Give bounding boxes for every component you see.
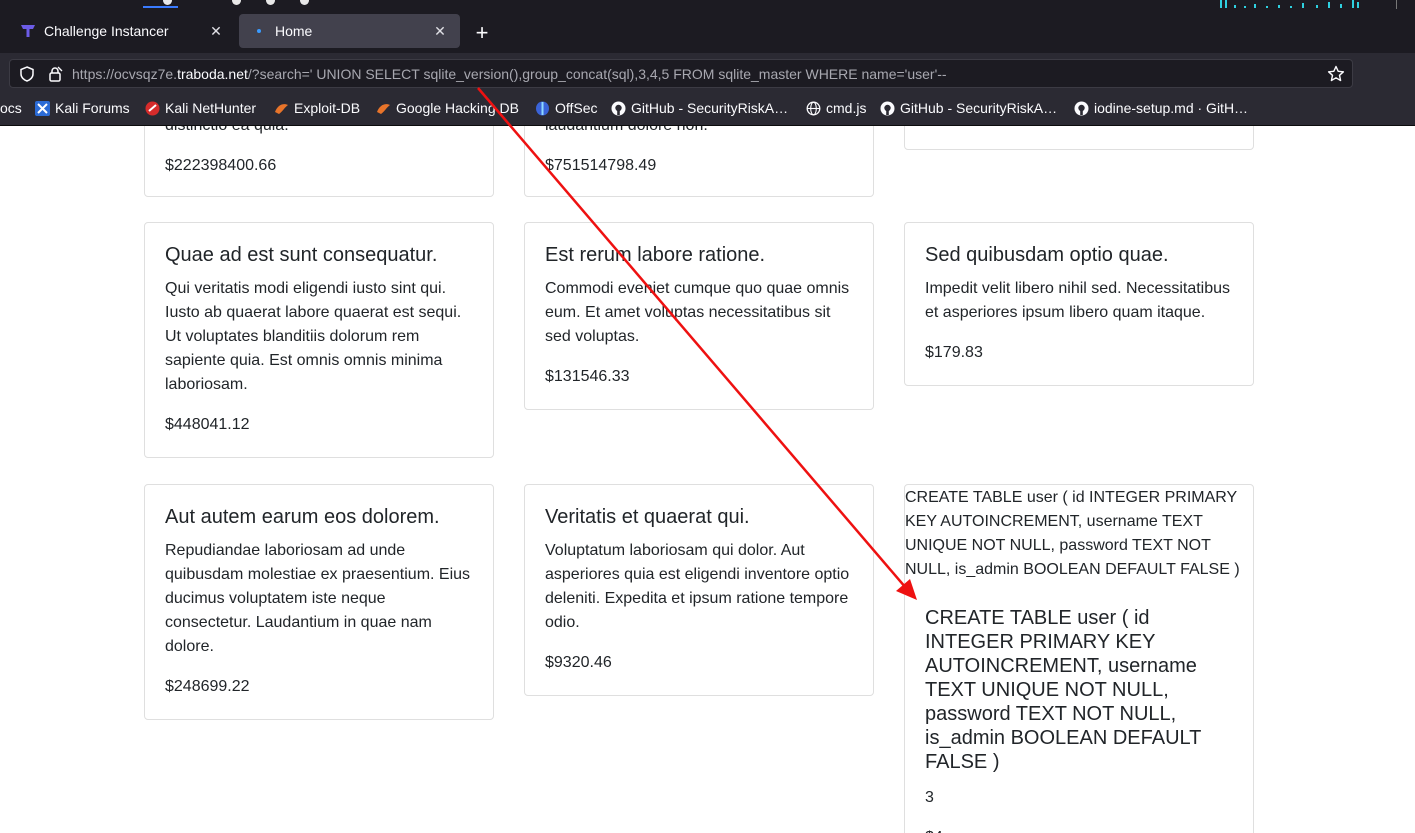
card-description: 3 [925,789,934,806]
card-description: distinctio ea quia. [165,126,289,138]
bookmark-exploit-db[interactable]: Exploit-DB [274,100,360,116]
bookmark-docs[interactable]: ocs [0,100,22,116]
bookmark-label: Exploit-DB [294,100,361,116]
bookmarks-toolbar: ocs Kali Forums Kali NetHunter Exploit-D… [0,93,1415,126]
product-card: Aut autem earum eos dolorem. Repudiandae… [144,484,494,720]
card-description: Qui veritatis modi eligendi iusto sint q… [165,280,462,393]
card-image-alt-text: CREATE TABLE user ( id INTEGER PRIMARY K… [905,489,1240,578]
card-title: Aut autem earum eos dolorem. [165,506,440,528]
tab-label: Challenge Instancer [44,23,169,39]
loading-dot-icon [251,23,267,39]
card-description: Voluptatum laboriosam qui dolor. Aut asp… [545,542,850,631]
bookmark-star-icon[interactable] [1327,65,1345,88]
card-price: $131546.33 [545,368,630,385]
card-price: $179.83 [925,344,983,361]
bookmark-google-hacking-db[interactable]: Google Hacking DB [376,100,519,116]
card-price: $248699.22 [165,678,250,695]
lock-icon[interactable] [47,66,63,87]
product-card: laudantium dolore non. $751514798.49 [524,126,874,197]
card-price: $9320.46 [545,654,612,671]
bookmark-label: GitHub - SecurityRiskA… [631,100,789,116]
url-path: /?search=' UNION SELECT sqlite_version()… [247,66,947,82]
card-description: laudantium dolore non. [545,126,708,138]
github-icon [1074,101,1089,116]
card-price: $751514798.49 [545,157,657,174]
kali-nethunter-icon [145,101,160,116]
card-title: Est rerum labore ratione. [545,244,766,266]
github-icon [611,101,626,116]
github-icon [880,101,895,116]
bookmark-label: Kali Forums [55,100,130,116]
card-title: CREATE TABLE user ( id INTEGER PRIMARY K… [925,607,1202,773]
google-hacking-db-icon [376,101,391,116]
bookmark-cmd-js[interactable]: cmd.js [806,100,866,116]
bookmark-github-securityrisk-1[interactable]: GitHub - SecurityRiskA… [611,100,788,116]
card-description: Repudiandae laboriosam ad unde quibusdam… [165,542,471,655]
traboda-logo-icon [20,23,36,39]
cpu-meter [1220,0,1360,8]
card-description: Commodi eveniet cumque quo quae omnis eu… [545,280,850,345]
close-tab-icon[interactable]: ✕ [208,23,224,39]
bookmark-label: ocs [0,100,22,116]
bookmark-label: OffSec [555,100,598,116]
card-description: Impedit velit libero nihil sed. Necessit… [925,280,1231,321]
new-tab-button[interactable]: + [470,22,494,46]
product-card: Veritatis et quaerat qui. Voluptatum lab… [524,484,874,696]
close-tab-icon[interactable]: ✕ [432,23,448,39]
card-price: $4 [925,826,1233,833]
card-price: $222398400.66 [165,157,277,174]
tab-home[interactable]: Home ✕ [239,14,460,48]
kali-forums-icon [35,100,50,116]
page-content: distinctio ea quia. $222398400.66 laudan… [0,126,1415,833]
bookmark-label: Kali NetHunter [165,100,257,116]
url-host: traboda.net [177,66,248,82]
card-title: Veritatis et quaerat qui. [545,506,750,528]
bookmark-iodine-setup[interactable]: iodine-setup.md · GitH… [1074,100,1248,116]
bookmark-label: iodine-setup.md · GitH… [1094,100,1249,116]
card-title: Sed quibusdam optio quae. [925,244,1169,266]
bookmark-offsec[interactable]: OffSec [535,100,598,116]
tab-bar: Challenge Instancer ✕ Home ✕ + [0,9,1415,53]
bookmark-github-securityrisk-2[interactable]: GitHub - SecurityRiskA… [880,100,1057,116]
bookmark-kali-forums[interactable]: Kali Forums [35,100,130,116]
globe-icon [806,101,821,116]
product-card: Est rerum labore ratione. Commodi evenie… [524,222,874,410]
product-card [904,126,1254,150]
address-bar[interactable]: https://ocvsqz7e.traboda.net/?search=' U… [9,59,1353,88]
product-card: Sed quibusdam optio quae. Impedit velit … [904,222,1254,386]
card-title: Quae ad est sunt consequatur. [165,244,438,266]
bookmark-kali-nethunter[interactable]: Kali NetHunter [145,100,256,116]
exploit-db-icon [274,101,289,116]
tab-challenge-instancer[interactable]: Challenge Instancer ✕ [8,14,236,48]
url-text[interactable]: https://ocvsqz7e.traboda.net/?search=' U… [72,66,947,82]
navigation-toolbar: https://ocvsqz7e.traboda.net/?search=' U… [0,53,1415,93]
os-top-strip [0,0,1415,9]
bookmark-label: cmd.js [826,100,867,116]
bookmark-label: Google Hacking DB [396,100,519,116]
tab-label: Home [275,23,313,39]
product-card: Quae ad est sunt consequatur. Qui verita… [144,222,494,458]
offsec-icon [535,101,550,116]
product-card: distinctio ea quia. $222398400.66 [144,126,494,197]
bookmark-label: GitHub - SecurityRiskA… [900,100,1058,116]
injected-result-card: CREATE TABLE user ( id INTEGER PRIMARY K… [904,484,1254,833]
shield-icon[interactable] [19,66,35,87]
workspace-indicator [143,6,178,8]
url-prefix: https://ocvsqz7e. [72,66,178,82]
card-price: $448041.12 [165,416,250,433]
